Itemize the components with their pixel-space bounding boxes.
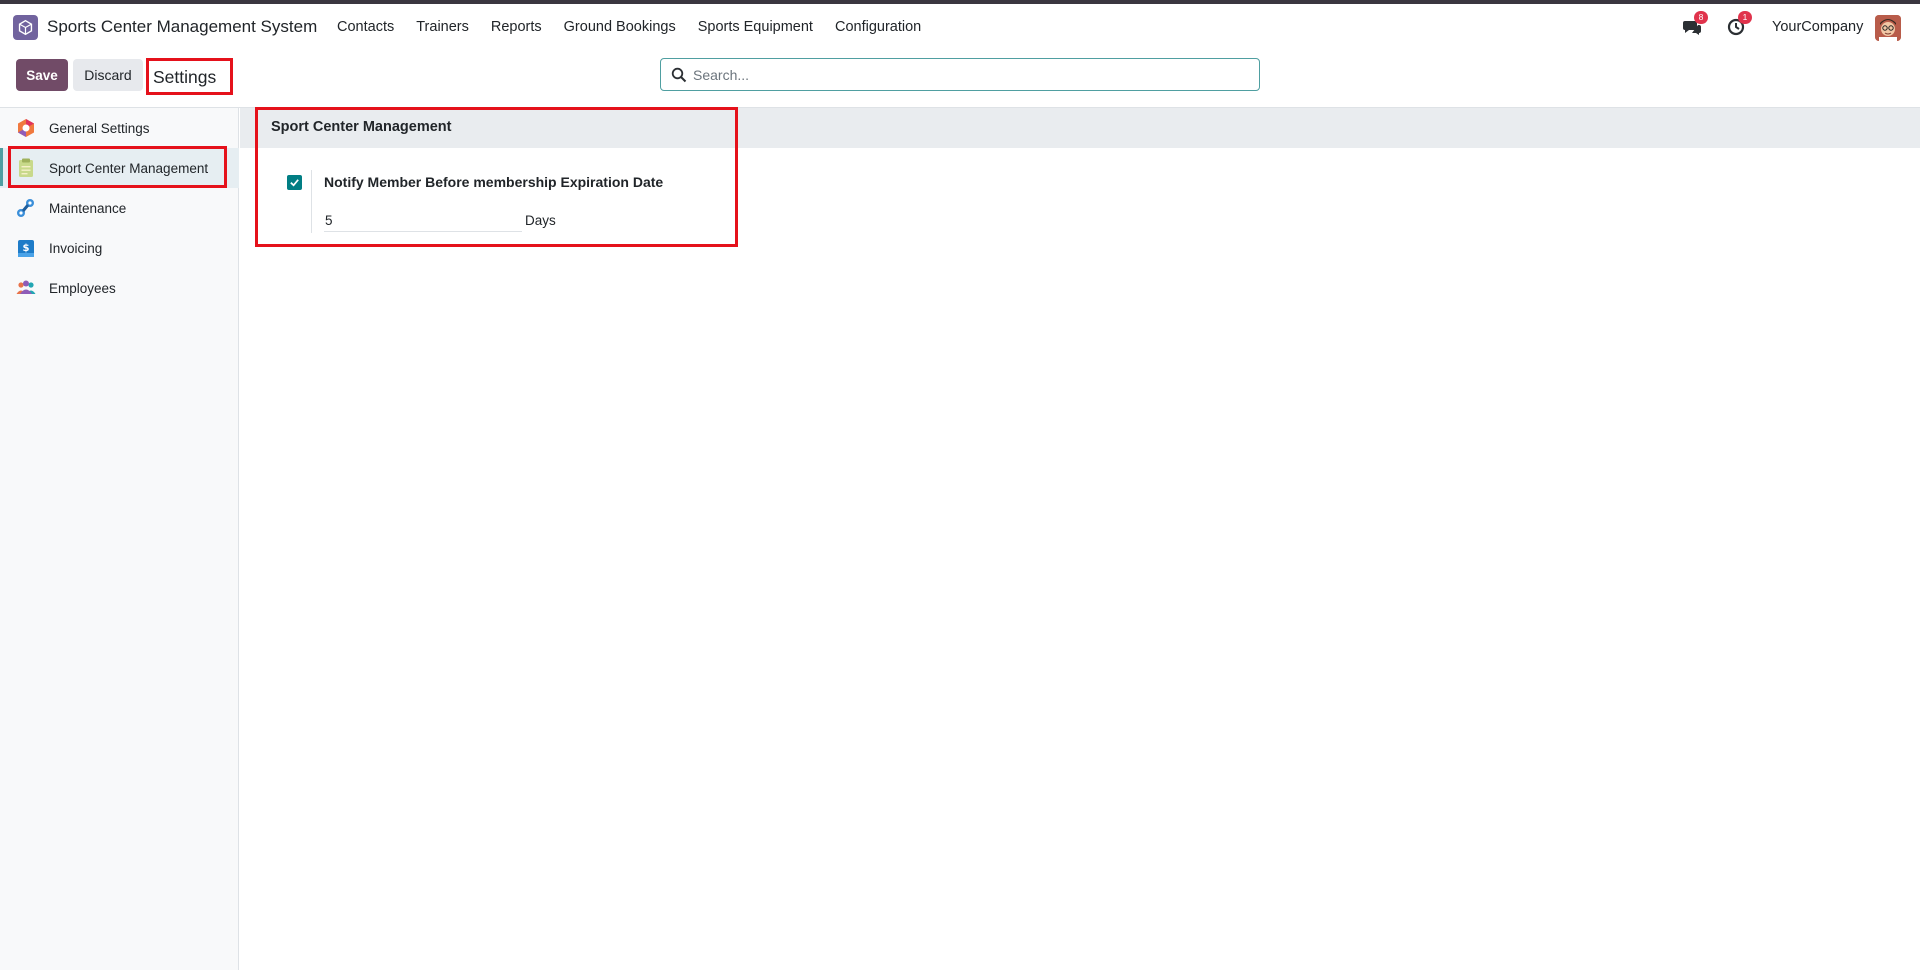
employees-icon [16, 280, 36, 294]
sidebar-item-label: Employees [49, 280, 116, 296]
activities-badge: 1 [1738, 11, 1752, 24]
notify-days-unit: Days [525, 213, 556, 228]
sidebar-item-employees[interactable]: Employees [0, 268, 239, 308]
menu-trainers[interactable]: Trainers [416, 19, 469, 35]
save-button[interactable]: Save [16, 59, 68, 91]
main-menu: Contacts Trainers Reports Ground Booking… [337, 19, 943, 35]
section-header: Sport Center Management [240, 108, 1920, 148]
setting-divider [311, 170, 312, 233]
general-settings-icon [18, 119, 34, 137]
search-input[interactable] [693, 59, 1253, 90]
discard-button[interactable]: Discard [73, 59, 143, 91]
checkmark-icon [290, 179, 299, 187]
sidebar-item-label: Invoicing [49, 240, 103, 256]
sidebar-item-label: General Settings [49, 120, 150, 136]
user-avatar[interactable] [1875, 15, 1901, 41]
menu-contacts[interactable]: Contacts [337, 19, 394, 35]
section-title: Sport Center Management [271, 119, 452, 135]
page-title: Settings [146, 58, 233, 95]
sidebar-active-indicator [0, 148, 3, 186]
sidebar-item-maintenance[interactable]: Maintenance [0, 188, 239, 228]
navbar: Sports Center Management System Contacts… [0, 4, 1920, 50]
maintenance-icon [17, 199, 34, 217]
menu-ground-bookings[interactable]: Ground Bookings [564, 19, 676, 35]
search-icon [671, 67, 687, 83]
invoicing-icon: $ [18, 240, 34, 257]
sidebar-item-label: Maintenance [49, 200, 127, 216]
sport-center-icon [19, 158, 33, 177]
menu-configuration[interactable]: Configuration [835, 19, 921, 35]
svg-text:$: $ [23, 243, 30, 254]
sidebar-item-label: Sport Center Management [49, 160, 209, 176]
notify-days-input[interactable] [324, 210, 522, 232]
menu-sports-equipment[interactable]: Sports Equipment [698, 19, 813, 35]
app-logo-icon[interactable] [13, 15, 38, 40]
notify-member-label: Notify Member Before membership Expirati… [324, 174, 664, 190]
messages-button[interactable]: 8 [1682, 11, 1708, 39]
sidebar-item-general-settings[interactable]: General Settings [0, 108, 239, 148]
notify-member-checkbox[interactable] [287, 175, 302, 190]
company-switcher[interactable]: YourCompany [1772, 19, 1863, 35]
settings-sidebar: General Settings Sport Center Management… [0, 108, 239, 970]
app-title[interactable]: Sports Center Management System [47, 17, 317, 37]
activities-button[interactable]: 1 [1726, 11, 1752, 39]
sidebar-item-sport-center-management[interactable]: Sport Center Management [0, 148, 239, 188]
menu-reports[interactable]: Reports [491, 19, 542, 35]
sidebar-item-invoicing[interactable]: $ Invoicing [0, 228, 239, 268]
search-bar [660, 58, 1260, 91]
settings-content: Sport Center Management [240, 108, 1920, 970]
control-panel: Save Discard Settings [0, 50, 1920, 108]
messages-badge: 8 [1694, 11, 1708, 24]
